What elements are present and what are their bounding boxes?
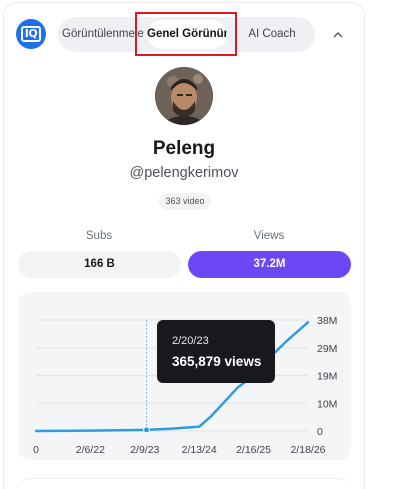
avatar xyxy=(155,67,213,125)
tab-views[interactable]: Görüntülenmeler xyxy=(62,17,144,52)
subs-label: Subs xyxy=(85,230,113,242)
y-tick-label: 10M xyxy=(317,398,337,410)
tab-ai-coach[interactable]: AI Coach xyxy=(236,17,308,52)
views-label: Views xyxy=(253,230,285,242)
subs-toggle[interactable]: 166 B xyxy=(18,251,181,278)
app-logo[interactable]: IQ xyxy=(16,19,46,49)
x-tick-label: 2/6/22 xyxy=(76,444,105,456)
y-tick-label: 0 xyxy=(317,426,323,438)
x-tick-label: 2/18/26 xyxy=(290,444,325,456)
y-tick-label: 38M xyxy=(317,315,337,327)
avatar-image xyxy=(155,67,213,125)
tooltip-date: 2/20/23 xyxy=(172,335,209,347)
x-tick-label: 2/9/23 xyxy=(130,444,159,456)
tab-overview[interactable]: Genel Görünüm xyxy=(147,20,227,49)
view-tabs: Görüntülenmeler Genel Görünüm AI Coach xyxy=(58,17,315,52)
channel-handle: @pelengkerimov xyxy=(129,165,239,181)
y-tick-label: 29M xyxy=(317,343,337,355)
x-tick-label: 0 xyxy=(33,444,39,456)
chart-tooltip: 2/20/23 365,879 views xyxy=(157,320,275,383)
app-logo-mark: IQ xyxy=(20,26,42,42)
collapse-button[interactable] xyxy=(328,24,348,44)
views-toggle[interactable]: 37.2M xyxy=(188,251,351,278)
x-tick-label: 2/16/25 xyxy=(236,444,271,456)
channel-name: Peleng xyxy=(152,138,216,159)
y-tick-label: 19M xyxy=(317,371,337,383)
video-count-badge: 363 video xyxy=(159,193,211,210)
next-card-edge xyxy=(18,478,351,489)
chevron-up-icon xyxy=(333,31,343,37)
highlight-point xyxy=(143,426,151,434)
tooltip-value: 365,879 views xyxy=(172,354,262,369)
x-tick-label: 2/13/24 xyxy=(182,444,217,456)
